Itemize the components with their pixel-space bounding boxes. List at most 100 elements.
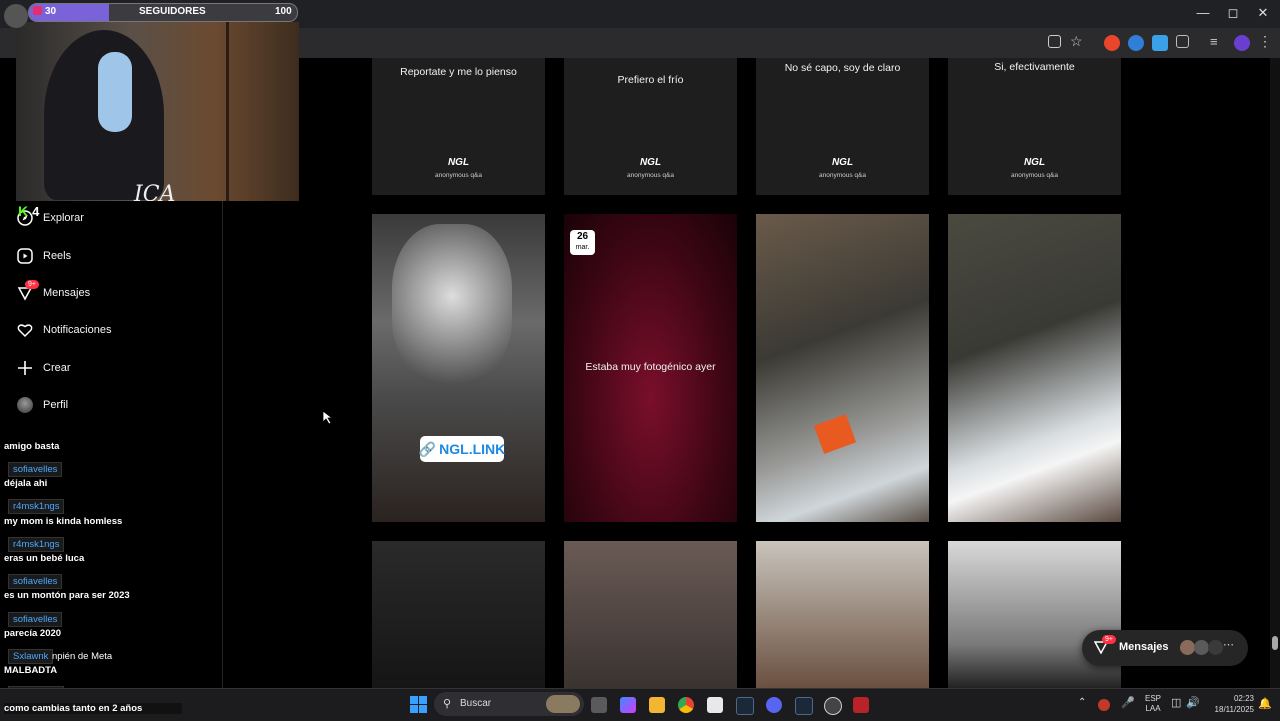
search-icon: ⚲ [443,698,452,710]
extensions-puzzle-icon[interactable] [1176,35,1189,48]
streamer-avatar [4,4,28,28]
messages-label: Mensajes [1119,641,1169,653]
tray-app-icon[interactable] [1098,699,1110,711]
sticker-object [813,414,857,454]
messages-floating-button[interactable]: 9+ Mensajes ⋯ [1082,630,1248,666]
nav-label: Explorar [43,212,84,224]
post-tile-dog[interactable]: 🔗 NGL.LINK [372,214,545,522]
ngl-question: Prefiero el frío [617,74,684,86]
ngl-link-sticker: 🔗 NGL.LINK [419,436,505,462]
chevron-up-icon[interactable]: ⌃ [1078,697,1086,708]
chat-username: r4msk1ngs [8,499,65,514]
scrollbar-thumb[interactable] [1272,636,1278,650]
extension-fire-icon[interactable] [1104,35,1120,51]
network-icon[interactable]: ◫ [1171,696,1181,709]
nav-notificaciones[interactable]: Notificaciones [16,318,111,342]
followers-current: 30 [45,6,57,17]
store-icon[interactable] [707,697,723,713]
post-tile[interactable]: No sé capo, soy de claro NGL anonymous q… [756,58,929,195]
app-red-icon[interactable] [853,697,869,713]
file-explorer-icon[interactable] [649,697,665,713]
ngl-brand: NGL [1023,157,1046,168]
post-caption: Estaba muy fotogénico ayer [585,361,716,373]
nav-label: Mensajes [43,287,91,299]
avatar [1194,640,1209,655]
headphones-icon [98,52,132,132]
browser-menu-icon[interactable]: ⋮ [1258,33,1274,49]
discord-icon[interactable] [766,697,782,713]
maximize-button[interactable]: ◻ [1218,5,1248,21]
messenger-icon: 9+ [16,280,39,302]
webcam-overlay: ICA [16,22,299,201]
post-tile[interactable] [372,541,545,688]
watermark-badge: K4 [18,203,40,219]
reels-icon [16,247,34,265]
post-tile[interactable]: Prefiero el frío NGL anonymous q&a [564,58,737,195]
ngl-subtitle: anonymous q&a [435,172,482,179]
bookmark-star-icon[interactable]: ☆ [1070,33,1086,49]
profile-avatar-icon[interactable] [1234,35,1250,51]
chat-message: amigo basta [4,441,60,452]
notification-icon[interactable]: 🔔 [1258,697,1272,710]
microphone-icon[interactable]: 🎤 [1121,696,1135,709]
post-tile[interactable] [948,541,1121,688]
steam-icon[interactable] [736,697,754,715]
language-indicator[interactable]: ESP LAA [1145,694,1161,714]
reading-list-icon[interactable]: ≡ [1210,34,1226,50]
copilot-icon[interactable] [620,697,636,713]
post-tile[interactable]: Si, efectivamente NGL anonymous q&a [948,58,1121,195]
chat-username: sofiavelles [8,612,63,627]
dog-photo [392,224,512,384]
install-app-icon[interactable] [1048,35,1061,48]
chat-message: déjala ahi [4,478,48,489]
followers-label: SEGUIDORES [139,6,206,17]
chrome-icon[interactable] [678,697,694,713]
chat-username: sofiavelles [8,462,63,477]
volume-icon[interactable]: 🔊 [1186,696,1200,709]
minimize-button[interactable]: — [1188,5,1218,20]
task-view-icon[interactable] [591,697,607,713]
nav-crear[interactable]: Crear [16,356,71,380]
steam-icon-2[interactable] [795,697,813,715]
ngl-question: Reportate y me lo pienso [400,66,517,78]
nav-reels[interactable]: Reels [16,244,71,268]
post-tile[interactable] [756,541,929,688]
obs-icon[interactable] [824,697,842,715]
followers-progress-bar: 30 SEGUIDORES 100 [28,3,298,22]
page-scrollbar[interactable] [1270,58,1280,688]
ngl-subtitle: anonymous q&a [627,172,674,179]
post-tile-mirror-selfie-2[interactable] [948,214,1121,522]
extension-blue-icon[interactable] [1128,35,1144,51]
avatar [1208,640,1223,655]
followers-goal: 100 [275,6,292,17]
kick-logo-icon: K [18,203,29,219]
chat-message: parecía 2020 [4,628,62,639]
post-tile-mirror-selfie[interactable] [756,214,929,522]
windows-start-icon[interactable] [410,696,427,713]
ngl-question: No sé capo, soy de claro [784,62,901,74]
post-tile[interactable] [564,541,737,688]
more-icon: ⋯ [1223,639,1234,651]
post-tile-caption[interactable]: 26 mar. Estaba muy fotogénico ayer [564,214,737,522]
windows-taskbar [0,688,1280,721]
chat-username: sofiavelles [8,574,63,589]
address-bar[interactable] [300,31,1040,55]
extension-shield-icon[interactable] [1152,35,1168,51]
post-tile[interactable]: Reportate y me lo pienso NGL anonymous q… [372,58,545,195]
messages-badge: 9+ [25,280,39,289]
nav-mensajes[interactable]: 9+ Mensajes [16,280,91,305]
chat-message: es un montón para ser 2023 [4,590,130,601]
taskbar-search-box[interactable]: ⚲ Buscar [434,692,584,716]
ngl-question: Si, efectivamente [994,61,1075,73]
avatar-icon [16,396,34,414]
heart-icon [16,321,34,339]
nav-label: Notificaciones [43,324,112,336]
date-badge: 26 mar. [570,230,595,255]
nav-perfil[interactable]: Perfil [16,393,68,417]
chat-message: como cambias tanto en 2 años [4,703,183,714]
close-window-button[interactable]: ✕ [1248,5,1278,21]
clock[interactable]: 02:23 18/11/2025 [1206,693,1254,715]
messages-badge: 9+ [1102,635,1116,644]
search-placeholder: Buscar [460,698,492,709]
signature-mark: ICA [134,182,176,201]
